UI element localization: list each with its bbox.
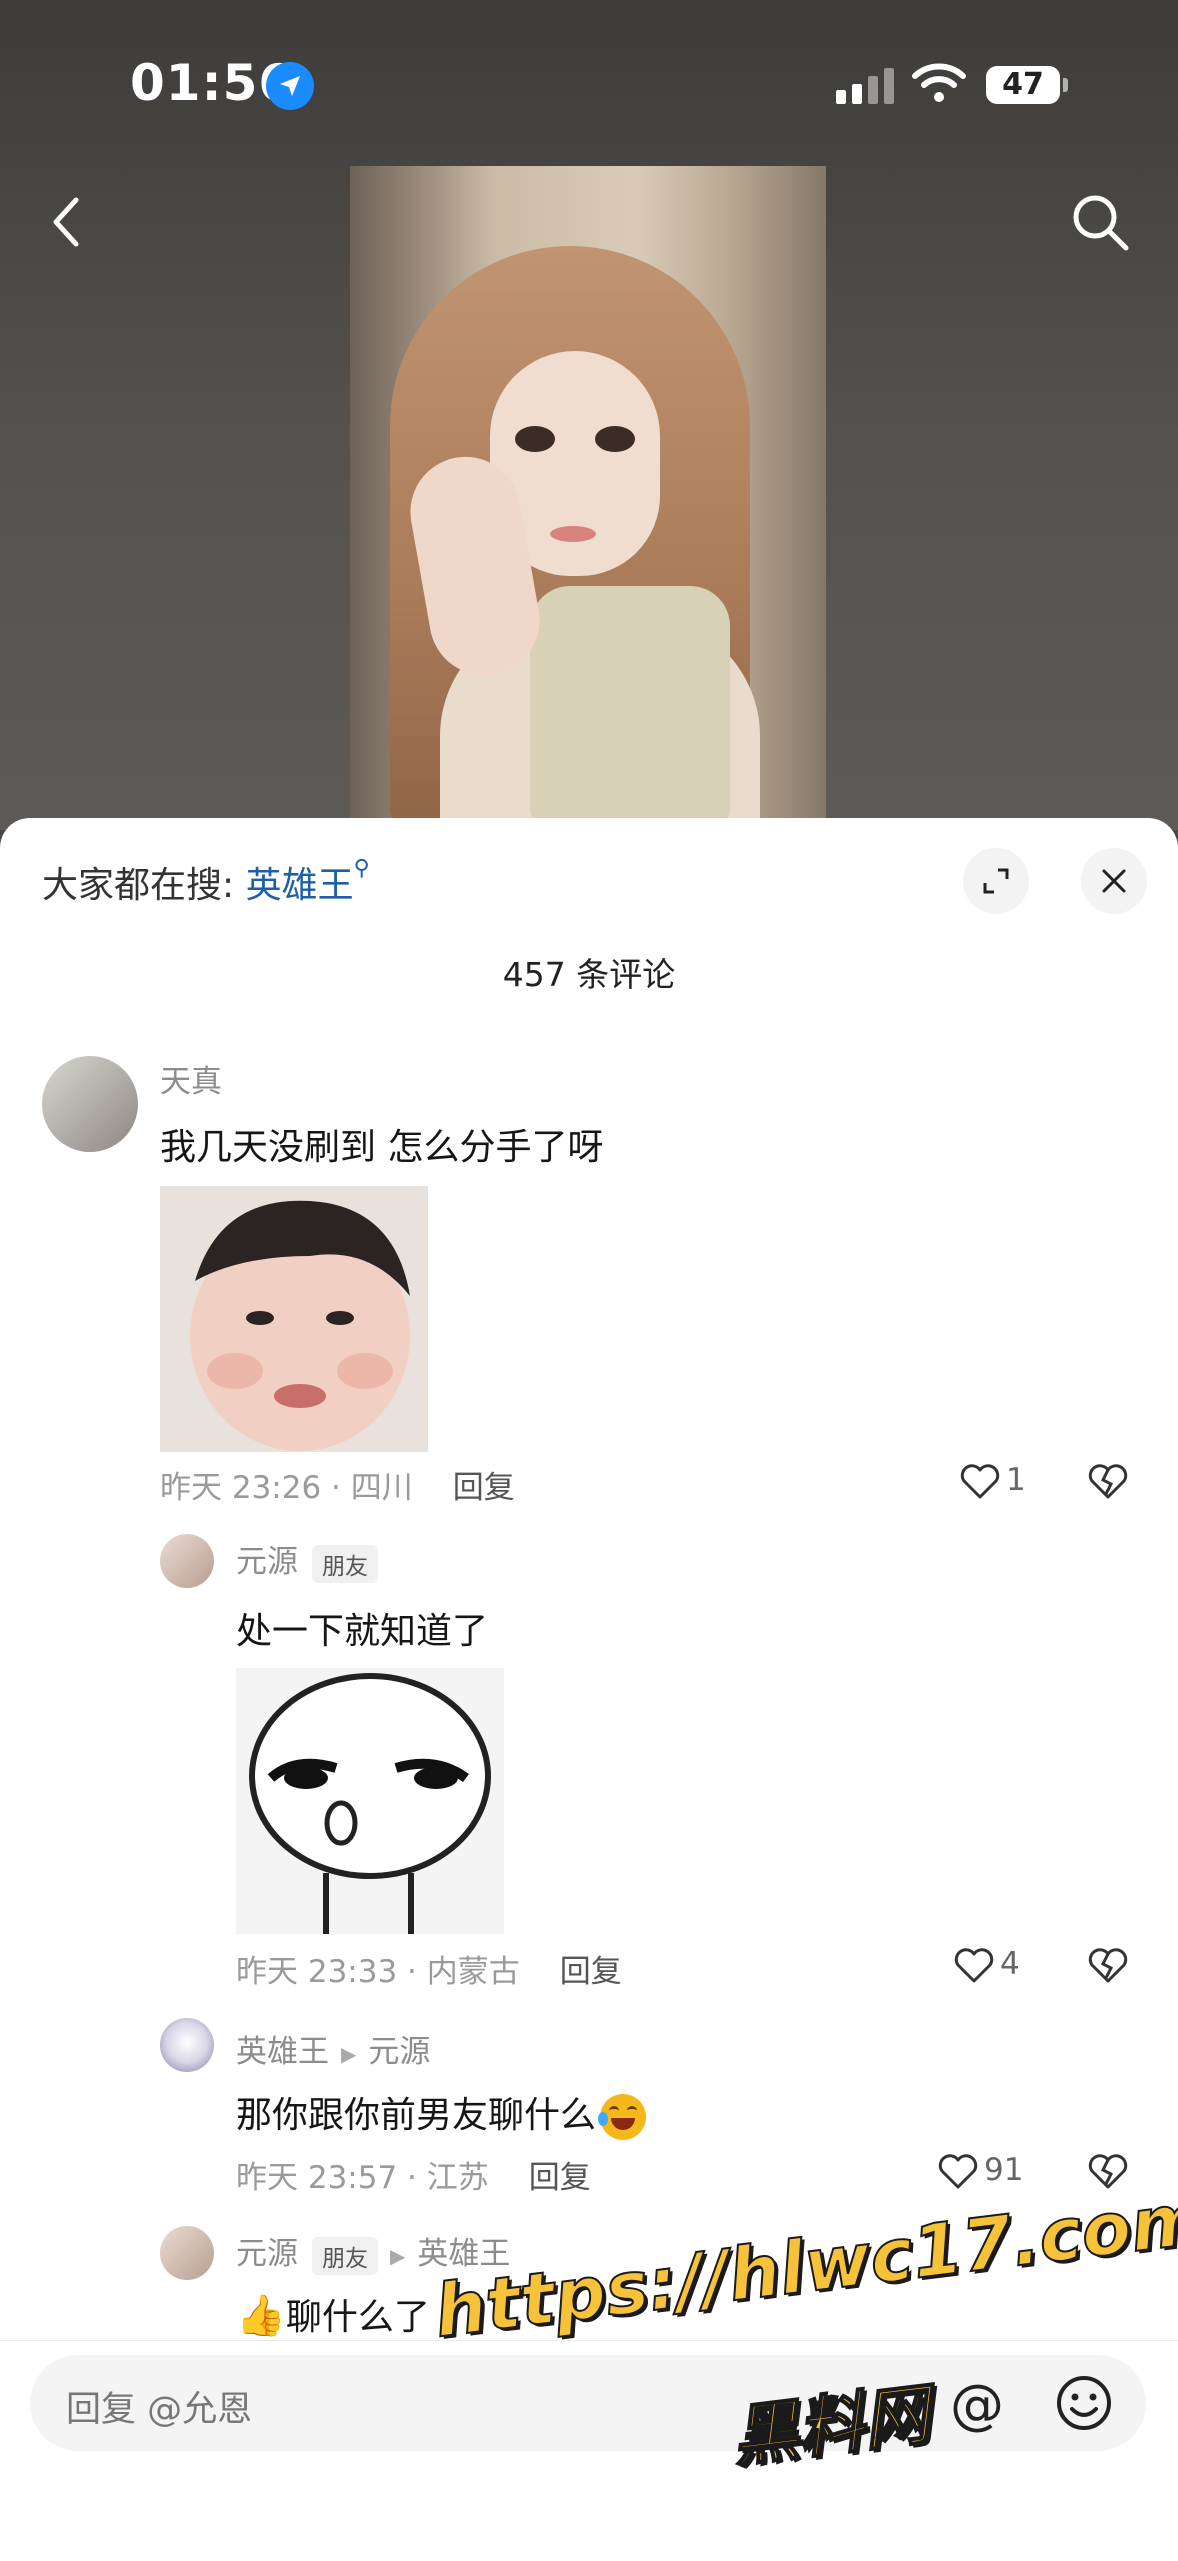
avatar[interactable]: [160, 2018, 214, 2072]
comment-username[interactable]: 英雄王: [236, 2034, 329, 2070]
close-icon: [1102, 869, 1126, 893]
avatar[interactable]: [42, 1056, 138, 1152]
comment-time-location: 昨天 23:26 · 四川: [160, 1470, 413, 1506]
comment-meta: 昨天 23:33 · 内蒙古 回复: [236, 1946, 622, 1991]
back-icon[interactable]: [40, 192, 100, 252]
hot-search-banner[interactable]: 大家都在搜: 英雄王⚲: [42, 856, 370, 908]
comment-time-location: 昨天 23:33 · 内蒙古: [236, 1954, 520, 1990]
hot-search-keyword[interactable]: 英雄王: [246, 865, 354, 906]
reply-arrow-icon: ▶: [390, 2243, 406, 2268]
avatar[interactable]: [160, 1534, 214, 1588]
comment-username-row[interactable]: 英雄王 ▶ 元源: [236, 2026, 430, 2071]
heart-icon: [938, 2153, 978, 2188]
comment-meta: 昨天 23:57 · 江苏 回复: [236, 2152, 591, 2197]
friend-badge: 朋友: [312, 1544, 378, 1583]
reply-to-username[interactable]: 元源: [368, 2034, 430, 2070]
like-count: 91: [984, 2152, 1024, 2188]
heart-icon: [954, 1947, 994, 1982]
crying-laughing-emoji-icon: [598, 2094, 647, 2140]
comment-meta: 昨天 23:26 · 四川 回复: [160, 1462, 515, 1507]
close-button[interactable]: [1081, 848, 1147, 914]
broken-heart-icon: [1088, 1464, 1128, 1499]
search-mini-icon: ⚲: [353, 856, 370, 881]
wifi-icon: [912, 62, 966, 108]
comment-username[interactable]: 元源: [236, 1544, 298, 1580]
mention-icon[interactable]: @: [950, 2373, 1004, 2436]
dislike-button[interactable]: [1088, 1948, 1128, 1988]
comment-text-row: 👍聊什么了: [236, 2288, 430, 2340]
comment-text: 处一下就知道了: [236, 1611, 489, 1652]
like-button[interactable]: 1: [960, 1462, 1026, 1500]
like-count: 4: [1000, 1946, 1020, 1982]
comment-text: 聊什么了: [285, 2297, 430, 2338]
cellular-signal-icon: [836, 68, 900, 104]
comment-username[interactable]: 元源: [236, 2236, 298, 2272]
like-button[interactable]: 91: [938, 2152, 1023, 2190]
reply-button[interactable]: 回复: [453, 1470, 515, 1506]
reply-button[interactable]: 回复: [529, 2160, 591, 2196]
comment-text-row: 那你跟你前男友聊什么: [236, 2086, 647, 2140]
meme-face-sticker[interactable]: [236, 1668, 504, 1934]
heart-icon: [960, 1463, 1000, 1498]
reply-input-bar: 回复 @允恩 @: [0, 2340, 1178, 2561]
status-bar: 01:56 47: [0, 0, 1178, 170]
comment-username[interactable]: 天真: [160, 1056, 222, 1101]
video-frame[interactable]: [350, 166, 826, 831]
dislike-button[interactable]: [1088, 1464, 1128, 1504]
broken-heart-icon: [1088, 1948, 1128, 1983]
hot-search-prefix: 大家都在搜:: [42, 865, 246, 906]
comment-text: 那你跟你前男友聊什么: [236, 2095, 597, 2136]
comment-text: 我几天没刷到 怎么分手了呀: [160, 1127, 604, 1168]
comment-username-row[interactable]: 元源 朋友: [236, 1536, 378, 1583]
emoji-icon[interactable]: [1054, 2373, 1114, 2437]
reply-input[interactable]: 回复 @允恩 @: [30, 2355, 1146, 2451]
reply-arrow-icon: ▶: [341, 2041, 357, 2066]
avatar[interactable]: [160, 2226, 214, 2280]
like-count: 1: [1006, 1462, 1026, 1498]
comment-count: 457 条评论: [502, 955, 676, 994]
thumbs-up-emoji-icon: 👍: [236, 2293, 286, 2339]
reply-button[interactable]: 回复: [560, 1954, 622, 1990]
like-button[interactable]: 4: [954, 1946, 1020, 1984]
location-arrow-icon: [266, 62, 314, 110]
battery-indicator: 47: [986, 66, 1068, 104]
expand-icon: [983, 868, 1009, 894]
baby-face-sticker[interactable]: [160, 1186, 428, 1452]
search-icon[interactable]: [1068, 190, 1132, 254]
friend-badge: 朋友: [312, 2236, 378, 2275]
comment-time-location: 昨天 23:57 · 江苏: [236, 2160, 489, 2196]
reply-input-placeholder: 回复 @允恩: [66, 2390, 253, 2430]
expand-button[interactable]: [963, 848, 1029, 914]
